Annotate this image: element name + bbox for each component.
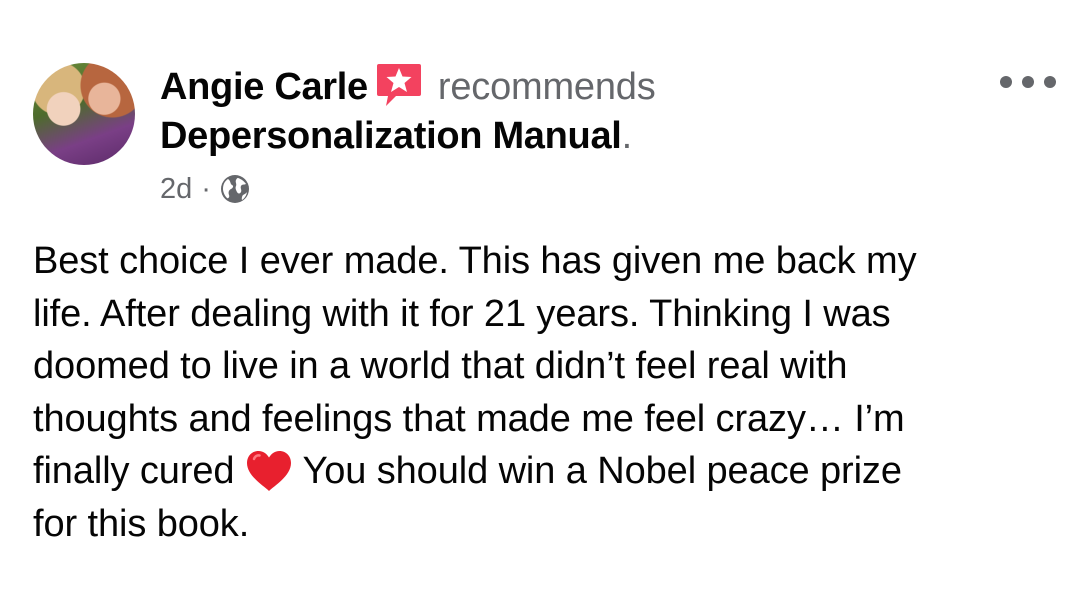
action-text: recommends <box>437 65 656 108</box>
more-options-dot <box>1044 76 1056 88</box>
more-options-dot <box>1022 76 1034 88</box>
post-body-line: for this book. <box>33 502 250 545</box>
recommended-page-line: Depersonalization Manual. <box>160 112 632 160</box>
author-name-link[interactable]: Angie Carle <box>160 66 368 109</box>
meta-separator: · <box>201 172 211 205</box>
post-body-segment: finally cured <box>33 450 235 492</box>
red-heart-icon <box>244 449 294 493</box>
more-options-button[interactable] <box>1000 70 1056 94</box>
recommendation-star-icon <box>376 62 422 108</box>
post-body-line: life. After dealing with it for 21 years… <box>33 292 891 335</box>
post-meta: 2d · <box>160 170 251 208</box>
post-body-line: Best choice I ever made. This has given … <box>33 240 917 282</box>
globe-icon[interactable] <box>219 173 251 205</box>
page-name-link[interactable]: Depersonalization Manual <box>160 115 622 158</box>
recommendation-post: Angie Carle recommends Depersonalization… <box>0 0 1080 599</box>
post-header: Angie Carle recommends <box>160 62 656 112</box>
post-body-line-emoji: finally cured You should win a Nobel peac… <box>33 445 1043 498</box>
more-options-dot <box>1000 76 1012 88</box>
author-avatar[interactable] <box>33 63 135 165</box>
post-body-line: doomed to live in a world that didn’t fe… <box>33 345 848 387</box>
post-timestamp[interactable]: 2d <box>160 173 192 206</box>
page-name-suffix: . <box>621 114 633 157</box>
post-body-line: thoughts and feelings that made me feel … <box>33 397 905 440</box>
post-body-segment: You should win a Nobel peace prize <box>302 450 902 492</box>
post-body: Best choice I ever made. This has given … <box>33 235 1043 550</box>
